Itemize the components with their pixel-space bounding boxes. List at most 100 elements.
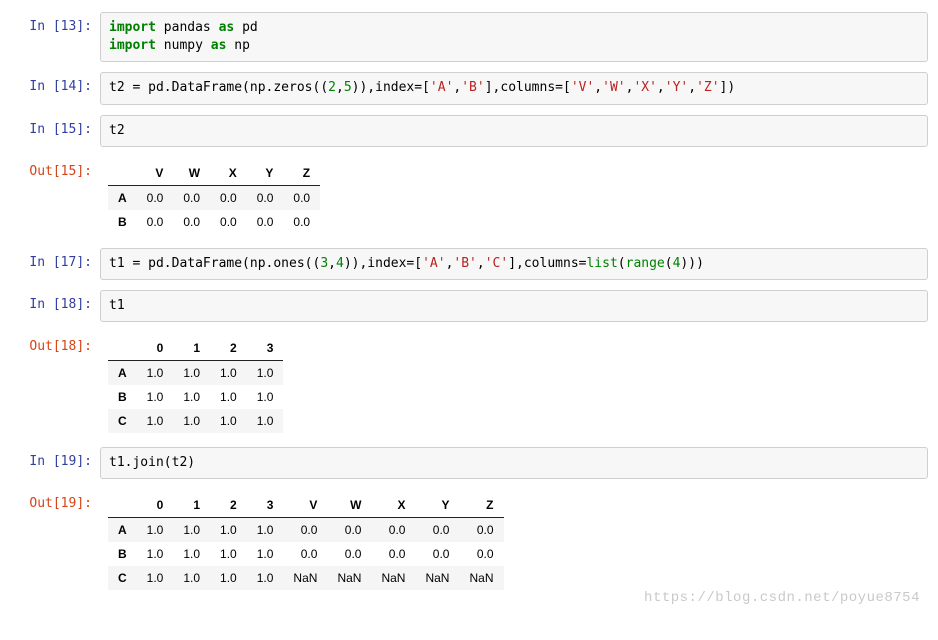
input-cell: In [19]:t1.join(t2) [10,447,928,479]
cell-value: NaN [415,566,459,590]
cell-value: 1.0 [247,566,284,590]
cell-value: 1.0 [173,409,210,433]
col-header: 3 [247,493,284,518]
cell-value: 0.0 [210,210,247,234]
cell-value: 1.0 [247,385,284,409]
row-index: B [108,542,137,566]
col-header: V [137,161,174,186]
input-cell: In [15]:t2 [10,115,928,147]
cell-value: 0.0 [283,185,320,210]
cell-value: 1.0 [173,385,210,409]
col-header: 0 [137,336,174,361]
row-index: C [108,409,137,433]
table-row: A1.01.01.01.0 [108,361,283,386]
input-cell: In [18]:t1 [10,290,928,322]
cell-value: 0.0 [327,518,371,543]
input-prompt: In [17]: [10,248,100,272]
row-index: B [108,210,137,234]
cell-value: 0.0 [327,542,371,566]
output-area: 0123A1.01.01.01.0B1.01.01.01.0C1.01.01.0… [100,332,928,437]
cell-value: 1.0 [247,542,284,566]
cell-value: 0.0 [137,210,174,234]
input-prompt: In [14]: [10,72,100,96]
cell-value: 1.0 [247,518,284,543]
col-header: V [283,493,327,518]
row-index: A [108,361,137,386]
table-row: A0.00.00.00.00.0 [108,185,320,210]
cell-value: 0.0 [247,185,284,210]
input-prompt: In [18]: [10,290,100,314]
col-header: 1 [173,336,210,361]
table-row: C1.01.01.01.0 [108,409,283,433]
cell-value: 0.0 [459,542,503,566]
cell-value: 0.0 [283,210,320,234]
code-input[interactable]: t2 [100,115,928,147]
col-header: W [327,493,371,518]
cell-value: 1.0 [173,542,210,566]
cell-value: 0.0 [173,185,210,210]
cell-value: 1.0 [173,518,210,543]
row-index: A [108,518,137,543]
col-header: Z [459,493,503,518]
col-header: Y [415,493,459,518]
cell-value: 0.0 [173,210,210,234]
table-row: B1.01.01.01.00.00.00.00.00.0 [108,542,504,566]
cell-value: 1.0 [247,361,284,386]
cell-value: 1.0 [210,542,247,566]
cell-value: 1.0 [137,542,174,566]
cell-value: 0.0 [371,518,415,543]
col-header: W [173,161,210,186]
output-cell: Out[18]:0123A1.01.01.01.0B1.01.01.01.0C1… [10,332,928,437]
notebook-root: In [13]:import pandas as pd import numpy… [10,12,928,594]
cell-value: 0.0 [415,542,459,566]
col-header: 3 [247,336,284,361]
col-header: Z [283,161,320,186]
output-area: VWXYZA0.00.00.00.00.0B0.00.00.00.00.0 [100,157,928,238]
cell-value: 0.0 [283,542,327,566]
cell-value: 0.0 [210,185,247,210]
cell-value: 1.0 [137,385,174,409]
input-prompt: In [13]: [10,12,100,36]
col-header: 0 [137,493,174,518]
cell-value: 1.0 [137,361,174,386]
output-prompt: Out[18]: [10,332,100,356]
cell-value: 1.0 [173,361,210,386]
row-index: B [108,385,137,409]
cell-value: NaN [283,566,327,590]
col-header: 2 [210,336,247,361]
input-prompt: In [19]: [10,447,100,471]
code-input[interactable]: t1.join(t2) [100,447,928,479]
cell-value: 1.0 [137,518,174,543]
code-input[interactable]: t1 [100,290,928,322]
cell-value: 1.0 [210,518,247,543]
cell-value: 0.0 [371,542,415,566]
output-prompt: Out[19]: [10,489,100,513]
input-cell: In [13]:import pandas as pd import numpy… [10,12,928,62]
cell-value: 0.0 [283,518,327,543]
cell-value: 0.0 [247,210,284,234]
cell-value: 1.0 [210,566,247,590]
table-row: C1.01.01.01.0NaNNaNNaNNaNNaN [108,566,504,590]
col-header: X [371,493,415,518]
output-area: 0123VWXYZA1.01.01.01.00.00.00.00.00.0B1.… [100,489,928,594]
input-cell: In [14]:t2 = pd.DataFrame(np.zeros((2,5)… [10,72,928,104]
cell-value: 0.0 [459,518,503,543]
code-input[interactable]: t2 = pd.DataFrame(np.zeros((2,5)),index=… [100,72,928,104]
cell-value: 0.0 [137,185,174,210]
table-row: A1.01.01.01.00.00.00.00.00.0 [108,518,504,543]
cell-value: NaN [459,566,503,590]
col-header: 2 [210,493,247,518]
code-input[interactable]: t1 = pd.DataFrame(np.ones((3,4)),index=[… [100,248,928,280]
input-prompt: In [15]: [10,115,100,139]
col-header: 1 [173,493,210,518]
output-cell: Out[15]:VWXYZA0.00.00.00.00.0B0.00.00.00… [10,157,928,238]
cell-value: 1.0 [173,566,210,590]
code-input[interactable]: import pandas as pd import numpy as np [100,12,928,62]
row-index: C [108,566,137,590]
table-row: B1.01.01.01.0 [108,385,283,409]
cell-value: 1.0 [210,385,247,409]
table-row: B0.00.00.00.00.0 [108,210,320,234]
cell-value: 1.0 [210,409,247,433]
col-header: X [210,161,247,186]
dataframe-table: 0123VWXYZA1.01.01.01.00.00.00.00.00.0B1.… [108,493,504,590]
